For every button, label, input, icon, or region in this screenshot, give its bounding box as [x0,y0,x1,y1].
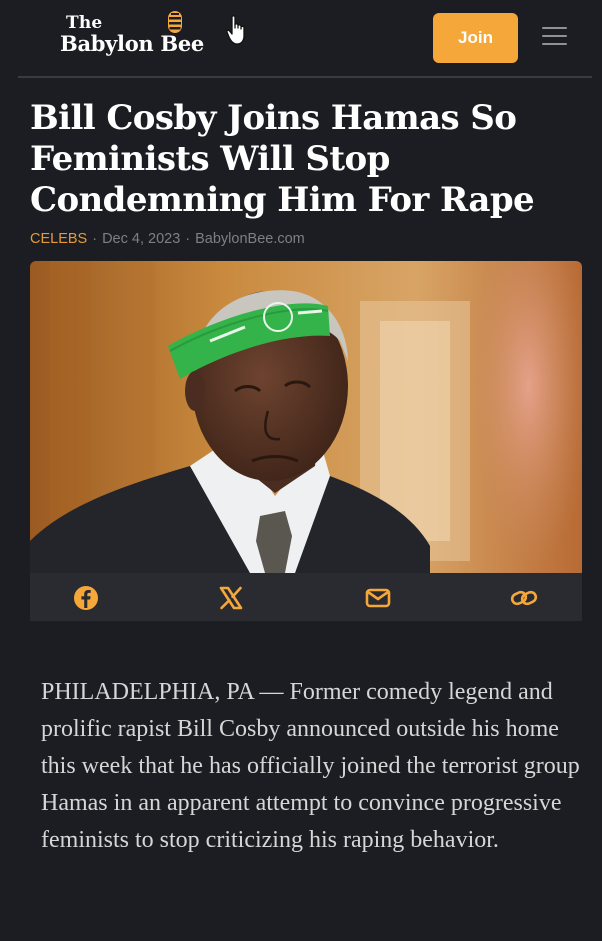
meta-separator: · [92,231,98,247]
site-header: The Babylon Bee Join [0,0,602,78]
facebook-icon[interactable] [72,584,100,612]
bee-icon [168,11,182,33]
x-icon[interactable] [217,584,245,612]
page: The Babylon Bee Join Bill Cosby Joins Ha… [0,0,602,941]
hamburger-menu-icon[interactable] [542,25,568,47]
article-meta: CELEBS · Dec 4, 2023 · BabylonBee.com [30,231,305,247]
logo-line-2: Babylon Bee [60,31,204,56]
join-button[interactable]: Join [433,13,518,63]
article-source: BabylonBee.com [195,231,305,247]
link-icon[interactable] [510,584,538,612]
meta-separator: · [185,231,191,247]
article-photo-illustration [30,261,582,573]
share-bar [30,573,582,621]
hand-cursor-icon [226,15,245,45]
logo-line-1: The [66,13,103,33]
article-headline: Bill Cosby Joins Hamas So Feminists Will… [30,98,535,220]
article-date: Dec 4, 2023 [102,231,181,247]
article-photo [30,261,582,573]
article-body: PHILADELPHIA, PA — Former comedy legend … [41,679,580,853]
category-link[interactable]: CELEBS [30,231,87,247]
header-divider [18,76,592,78]
email-icon[interactable] [364,584,392,612]
